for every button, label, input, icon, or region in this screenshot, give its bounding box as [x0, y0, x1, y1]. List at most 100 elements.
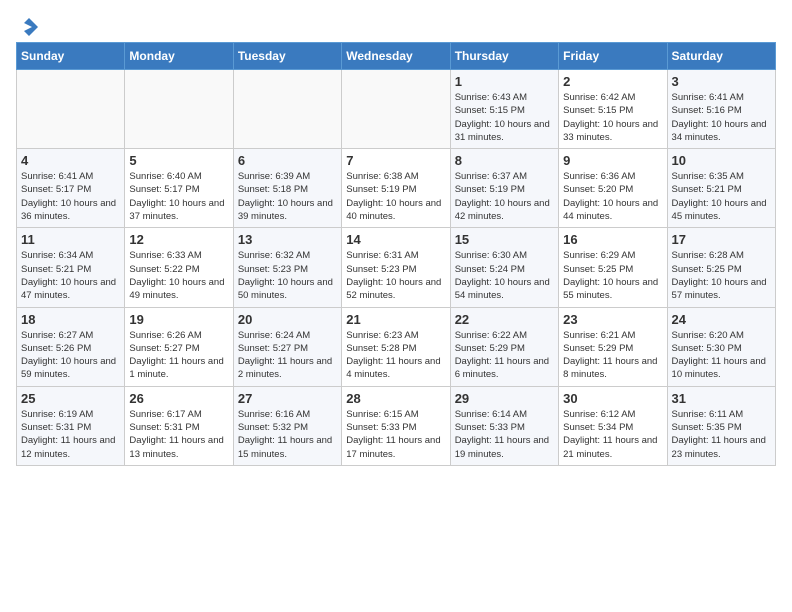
calendar-cell: [233, 70, 341, 149]
calendar-cell: 18Sunrise: 6:27 AMSunset: 5:26 PMDayligh…: [17, 307, 125, 386]
calendar-cell: 14Sunrise: 6:31 AMSunset: 5:23 PMDayligh…: [342, 228, 450, 307]
calendar-cell: 15Sunrise: 6:30 AMSunset: 5:24 PMDayligh…: [450, 228, 558, 307]
day-info: Sunrise: 6:26 AMSunset: 5:27 PMDaylight:…: [129, 329, 228, 382]
day-number: 6: [238, 153, 337, 168]
calendar-cell: 22 Sunrise: 6:22 AMSunset: 5:29 PMDayligh…: [450, 307, 558, 386]
calendar-cell: 4 Sunrise: 6:41 AMSunset: 5:17 PMDaylight…: [17, 149, 125, 228]
week-row-2: 4 Sunrise: 6:41 AMSunset: 5:17 PMDaylight…: [17, 149, 776, 228]
day-info: Sunrise: 6:41 AMSunset: 5:16 PMDaylight:…: [672, 91, 771, 144]
calendar-cell: 25Sunrise: 6:19 AMSunset: 5:31 PMDayligh…: [17, 386, 125, 465]
day-number: 28: [346, 391, 445, 406]
day-number: 5: [129, 153, 228, 168]
day-header-tuesday: Tuesday: [233, 43, 341, 70]
day-info: Sunrise: 6:33 AMSunset: 5:22 PMDaylight:…: [129, 249, 228, 302]
day-info: Sunrise: 6:38 AMSunset: 5:19 PMDaylight:…: [346, 170, 445, 223]
calendar-cell: [17, 70, 125, 149]
day-number: 14: [346, 232, 445, 247]
day-info: Sunrise: 6:32 AMSunset: 5:23 PMDaylight:…: [238, 249, 337, 302]
day-number: 17: [672, 232, 771, 247]
day-info: Sunrise: 6:11 AMSunset: 5:35 PMDaylight:…: [672, 408, 771, 461]
day-info: Sunrise: 6:14 AMSunset: 5:33 PMDaylight:…: [455, 408, 554, 461]
day-info: Sunrise: 6:23 AMSunset: 5:28 PMDaylight:…: [346, 329, 445, 382]
calendar-cell: 8 Sunrise: 6:37 AMSunset: 5:19 PMDaylight…: [450, 149, 558, 228]
day-info: Sunrise: 6:40 AMSunset: 5:17 PMDaylight:…: [129, 170, 228, 223]
day-info: Sunrise: 6:42 AMSunset: 5:15 PMDaylight:…: [563, 91, 662, 144]
logo-icon: [18, 16, 40, 38]
logo: [16, 16, 40, 34]
day-info: Sunrise: 6:17 AMSunset: 5:31 PMDaylight:…: [129, 408, 228, 461]
day-number: 13: [238, 232, 337, 247]
day-number: 25: [21, 391, 120, 406]
day-info: Sunrise: 6:15 AMSunset: 5:33 PMDaylight:…: [346, 408, 445, 461]
day-number: 9: [563, 153, 662, 168]
day-number: 22: [455, 312, 554, 327]
calendar-cell: 13 Sunrise: 6:32 AMSunset: 5:23 PMDayligh…: [233, 228, 341, 307]
day-info: Sunrise: 6:29 AMSunset: 5:25 PMDaylight:…: [563, 249, 662, 302]
calendar-cell: 12Sunrise: 6:33 AMSunset: 5:22 PMDayligh…: [125, 228, 233, 307]
calendar-table: SundayMondayTuesdayWednesdayThursdayFrid…: [16, 42, 776, 466]
day-header-friday: Friday: [559, 43, 667, 70]
day-info: Sunrise: 6:41 AMSunset: 5:17 PMDaylight:…: [21, 170, 120, 223]
day-header-sunday: Sunday: [17, 43, 125, 70]
day-number: 4: [21, 153, 120, 168]
calendar-cell: 31 Sunrise: 6:11 AMSunset: 5:35 PMDayligh…: [667, 386, 775, 465]
calendar-cell: 19 Sunrise: 6:26 AMSunset: 5:27 PMDayligh…: [125, 307, 233, 386]
header-row: SundayMondayTuesdayWednesdayThursdayFrid…: [17, 43, 776, 70]
day-number: 24: [672, 312, 771, 327]
week-row-1: 1 Sunrise: 6:43 AMSunset: 5:15 PMDaylight…: [17, 70, 776, 149]
calendar-cell: 5 Sunrise: 6:40 AMSunset: 5:17 PMDaylight…: [125, 149, 233, 228]
week-row-3: 11 Sunrise: 6:34 AMSunset: 5:21 PMDayligh…: [17, 228, 776, 307]
day-number: 23: [563, 312, 662, 327]
day-info: Sunrise: 6:20 AMSunset: 5:30 PMDaylight:…: [672, 329, 771, 382]
day-info: Sunrise: 6:21 AMSunset: 5:29 PMDaylight:…: [563, 329, 662, 382]
day-info: Sunrise: 6:35 AMSunset: 5:21 PMDaylight:…: [672, 170, 771, 223]
calendar-cell: 30 Sunrise: 6:12 AMSunset: 5:34 PMDayligh…: [559, 386, 667, 465]
day-header-saturday: Saturday: [667, 43, 775, 70]
calendar-cell: 2 Sunrise: 6:42 AMSunset: 5:15 PMDaylight…: [559, 70, 667, 149]
day-number: 10: [672, 153, 771, 168]
day-info: Sunrise: 6:37 AMSunset: 5:19 PMDaylight:…: [455, 170, 554, 223]
calendar-cell: 7 Sunrise: 6:38 AMSunset: 5:19 PMDaylight…: [342, 149, 450, 228]
calendar-cell: 27 Sunrise: 6:16 AMSunset: 5:32 PMDayligh…: [233, 386, 341, 465]
calendar-cell: 21 Sunrise: 6:23 AMSunset: 5:28 PMDayligh…: [342, 307, 450, 386]
day-number: 30: [563, 391, 662, 406]
day-info: Sunrise: 6:24 AMSunset: 5:27 PMDaylight:…: [238, 329, 337, 382]
day-info: Sunrise: 6:36 AMSunset: 5:20 PMDaylight:…: [563, 170, 662, 223]
day-info: Sunrise: 6:34 AMSunset: 5:21 PMDaylight:…: [21, 249, 120, 302]
day-number: 26: [129, 391, 228, 406]
day-number: 19: [129, 312, 228, 327]
day-number: 3: [672, 74, 771, 89]
calendar-cell: 1 Sunrise: 6:43 AMSunset: 5:15 PMDaylight…: [450, 70, 558, 149]
calendar-cell: 29 Sunrise: 6:14 AMSunset: 5:33 PMDayligh…: [450, 386, 558, 465]
calendar-cell: 3 Sunrise: 6:41 AMSunset: 5:16 PMDaylight…: [667, 70, 775, 149]
day-number: 8: [455, 153, 554, 168]
calendar-cell: 10 Sunrise: 6:35 AMSunset: 5:21 PMDayligh…: [667, 149, 775, 228]
calendar-cell: 6 Sunrise: 6:39 AMSunset: 5:18 PMDaylight…: [233, 149, 341, 228]
calendar-cell: 20Sunrise: 6:24 AMSunset: 5:27 PMDayligh…: [233, 307, 341, 386]
day-number: 27: [238, 391, 337, 406]
calendar-cell: [342, 70, 450, 149]
day-number: 1: [455, 74, 554, 89]
day-number: 11: [21, 232, 120, 247]
calendar-cell: 17 Sunrise: 6:28 AMSunset: 5:25 PMDayligh…: [667, 228, 775, 307]
calendar-cell: 9 Sunrise: 6:36 AMSunset: 5:20 PMDaylight…: [559, 149, 667, 228]
day-number: 21: [346, 312, 445, 327]
day-header-thursday: Thursday: [450, 43, 558, 70]
calendar-cell: 26 Sunrise: 6:17 AMSunset: 5:31 PMDayligh…: [125, 386, 233, 465]
calendar-cell: 24 Sunrise: 6:20 AMSunset: 5:30 PMDayligh…: [667, 307, 775, 386]
day-number: 18: [21, 312, 120, 327]
header: [16, 16, 776, 34]
day-info: Sunrise: 6:12 AMSunset: 5:34 PMDaylight:…: [563, 408, 662, 461]
day-number: 15: [455, 232, 554, 247]
day-info: Sunrise: 6:28 AMSunset: 5:25 PMDaylight:…: [672, 249, 771, 302]
day-number: 29: [455, 391, 554, 406]
day-info: Sunrise: 6:39 AMSunset: 5:18 PMDaylight:…: [238, 170, 337, 223]
day-info: Sunrise: 6:16 AMSunset: 5:32 PMDaylight:…: [238, 408, 337, 461]
day-info: Sunrise: 6:43 AMSunset: 5:15 PMDaylight:…: [455, 91, 554, 144]
day-number: 2: [563, 74, 662, 89]
day-number: 7: [346, 153, 445, 168]
day-info: Sunrise: 6:22 AMSunset: 5:29 PMDaylight:…: [455, 329, 554, 382]
day-number: 31: [672, 391, 771, 406]
week-row-4: 18Sunrise: 6:27 AMSunset: 5:26 PMDayligh…: [17, 307, 776, 386]
calendar-cell: [125, 70, 233, 149]
